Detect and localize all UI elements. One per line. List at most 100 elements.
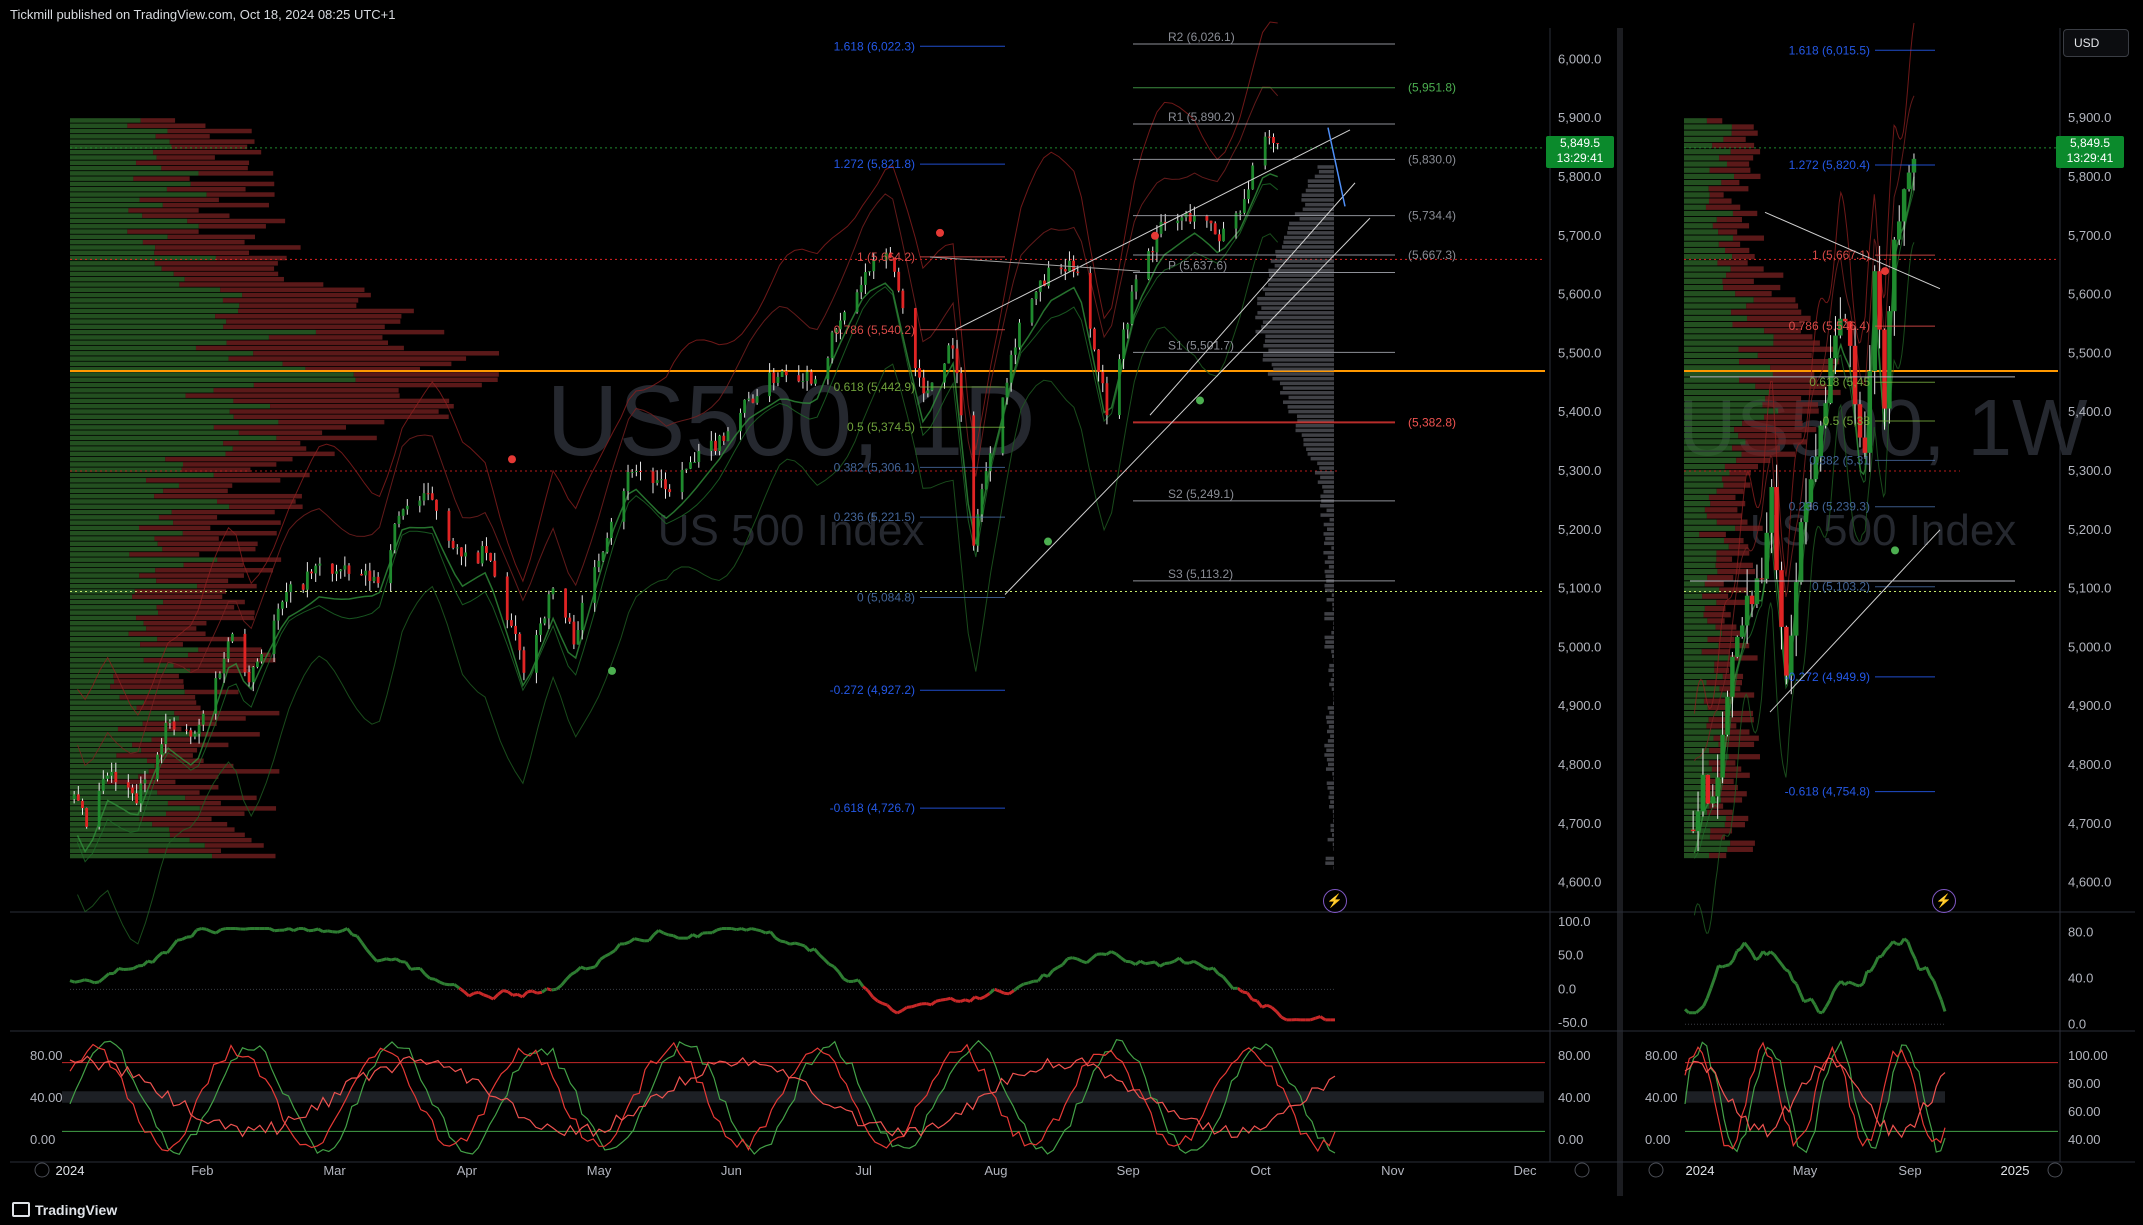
candle-up <box>547 594 551 619</box>
volume-profile-sell <box>278 419 385 425</box>
osc1-line <box>1803 999 1808 1004</box>
osc2-axis-tick-left: 40.00 <box>1645 1090 1678 1105</box>
osc1-line <box>916 1002 922 1007</box>
price-axis-tick: 5,700.0 <box>1558 228 1601 243</box>
osc1-line <box>789 941 796 946</box>
volume-profile-buy <box>1684 568 1718 575</box>
volume-profile-buy <box>1684 167 1710 173</box>
session-volume-bar <box>1269 273 1334 277</box>
price-axis-tick: 4,900.0 <box>2068 698 2111 713</box>
lightning-icon[interactable]: ⚡ <box>1323 889 1347 913</box>
volume-profile-sell <box>233 414 449 420</box>
candle-down <box>510 620 513 626</box>
candle-up <box>984 471 988 490</box>
osc1-line <box>1226 981 1234 990</box>
osc1-line <box>624 940 631 946</box>
volume-profile-sell <box>184 276 284 282</box>
tradingview-logo-icon[interactable]: TradingView <box>12 1202 117 1218</box>
candle-up <box>543 618 547 624</box>
candle-up <box>1034 291 1038 300</box>
session-volume-bar <box>1327 555 1334 560</box>
osc1-line <box>1212 967 1220 975</box>
osc1-line <box>244 927 251 931</box>
candle-up <box>464 552 468 557</box>
chart-canvas[interactable]: US500, 1DUS 500 Index1.618 (6,022.3)1.27… <box>0 0 2143 1196</box>
osc1-line <box>1776 958 1783 966</box>
candle-up <box>597 560 601 568</box>
session-volume-bar <box>1284 235 1334 240</box>
candle-up <box>168 721 172 723</box>
volume-profile-buy <box>70 504 230 510</box>
candle-up <box>930 382 934 391</box>
session-volume-bar <box>1307 452 1334 456</box>
volume-profile-sell <box>127 123 206 128</box>
candle-down <box>1862 437 1868 453</box>
pivot-label: R1 (5,890.2) <box>1168 110 1235 124</box>
osc1-line <box>380 957 387 962</box>
session-volume-bar <box>1268 282 1334 287</box>
volume-profile-buy <box>1684 815 1726 822</box>
osc1-line <box>1769 950 1776 956</box>
volume-profile-buy <box>1684 223 1713 229</box>
volume-profile-buy <box>1684 371 1773 377</box>
volume-profile-sell <box>1724 247 1750 254</box>
osc1-line <box>871 995 879 1003</box>
osc2-axis-tick-left: 80.00 <box>30 1048 63 1063</box>
candle-up <box>709 440 713 451</box>
candle-up <box>72 794 76 800</box>
pivot-label: (5,830.0) <box>1408 152 1456 166</box>
volume-profile-buy <box>70 509 172 515</box>
osc1-line <box>613 943 621 952</box>
currency-button[interactable]: USD <box>2063 29 2129 57</box>
candle-up <box>776 376 780 383</box>
lightning-icon[interactable]: ⚡ <box>1932 889 1956 913</box>
time-axis-tick: Sep <box>1898 1163 1921 1178</box>
candle-down <box>797 375 801 382</box>
osc1-line <box>1787 970 1795 982</box>
volume-profile-sell <box>1712 142 1755 149</box>
volume-profile-buy <box>1684 723 1707 729</box>
osc1-line <box>1698 1004 1705 1011</box>
volume-profile-buy <box>70 377 356 383</box>
session-volume-bar <box>1333 692 1334 696</box>
osc1-line <box>634 937 640 942</box>
volume-profile-buy <box>1684 266 1731 272</box>
price-axis-tick: 5,100.0 <box>2068 581 2111 596</box>
volume-profile-buy <box>70 224 199 229</box>
osc1-line <box>512 992 518 997</box>
candle-up <box>634 470 638 472</box>
pivot-label: R2 (6,026.1) <box>1168 30 1235 44</box>
volume-profile-buy <box>70 737 152 742</box>
pivot-label: (5,734.4) <box>1408 209 1456 223</box>
candle-down <box>972 415 976 546</box>
candle-up <box>1872 271 1877 372</box>
volume-profile-buy <box>1684 328 1765 334</box>
candle-up <box>988 453 992 472</box>
volume-profile-sell <box>190 668 252 674</box>
volume-profile-sell <box>1701 649 1730 655</box>
osc1-line <box>1115 952 1122 959</box>
osc1-line <box>590 965 596 970</box>
volume-profile-sell <box>169 139 255 144</box>
osc1-line <box>1795 983 1802 994</box>
session-volume-bar <box>1324 753 1334 757</box>
volume-profile-sell <box>1722 630 1744 636</box>
osc1-line <box>1736 947 1742 953</box>
session-volume-bar <box>1333 626 1334 630</box>
osc1-line <box>1743 941 1750 949</box>
session-volume-bar <box>1317 480 1334 484</box>
volume-profile-sell <box>355 377 498 383</box>
volume-profile-sell <box>154 493 302 499</box>
candle-down <box>901 290 905 309</box>
candle-up <box>1730 656 1735 697</box>
osc1-line <box>1037 973 1045 982</box>
volume-profile-sell <box>1716 599 1748 606</box>
volume-profile-buy <box>1684 525 1736 531</box>
osc1-line <box>784 940 791 946</box>
osc1-line <box>141 959 149 967</box>
volume-profile-buy <box>1684 538 1724 544</box>
fib-level-label: -0.618 (4,754.8) <box>1785 785 1870 799</box>
volume-profile-sell <box>1723 538 1744 544</box>
time-axis-tick: Jul <box>855 1163 872 1178</box>
volume-profile-buy <box>1684 433 1739 439</box>
